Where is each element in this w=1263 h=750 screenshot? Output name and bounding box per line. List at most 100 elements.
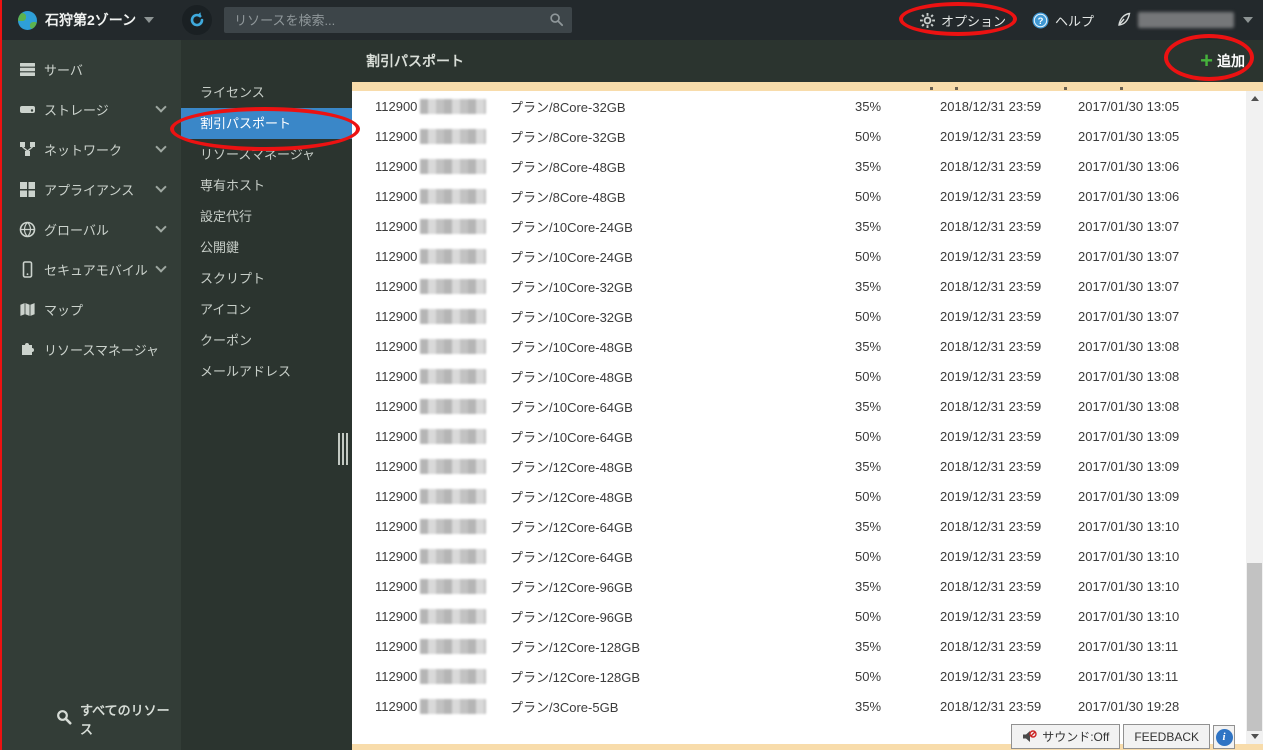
primary-sidebar: サーバ ストレージ ネットワーク アプライアンス グローバル セキュアモバイル … xyxy=(0,40,181,750)
redacted-id xyxy=(420,548,487,564)
table-row[interactable]: 112900 プラン/12Core-64GB 50% 2019/12/31 23… xyxy=(352,541,1246,571)
table-row[interactable]: 112900 プラン/12Core-96GB 35% 2018/12/31 23… xyxy=(352,571,1246,601)
sidebar-resize-handle[interactable] xyxy=(338,433,350,465)
table-row[interactable]: 112900 プラン/8Core-48GB 50% 2019/12/31 23:… xyxy=(352,181,1246,211)
scroll-up-arrow[interactable] xyxy=(1246,91,1263,106)
table-row[interactable]: 112900 プラン/10Core-24GB 35% 2018/12/31 23… xyxy=(352,211,1246,241)
sidebar-item[interactable]: リソースマネージャ xyxy=(0,329,181,369)
table-row[interactable]: 112900 プラン/10Core-32GB 50% 2019/12/31 23… xyxy=(352,301,1246,331)
table-row[interactable]: 112900 プラン/12Core-128GB 35% 2018/12/31 2… xyxy=(352,631,1246,661)
subsidebar-item[interactable]: 公開鍵 xyxy=(181,232,352,263)
subsidebar-item[interactable]: 設定代行 xyxy=(181,201,352,232)
cell-created: 2017/01/30 13:10 xyxy=(1078,608,1180,624)
subsidebar-item[interactable]: クーポン xyxy=(181,325,352,356)
add-button[interactable]: + 追加 xyxy=(1200,40,1245,82)
table-row[interactable]: 112900 プラン/10Core-48GB 50% 2019/12/31 23… xyxy=(352,361,1246,391)
cell-discount: 50% xyxy=(855,428,882,444)
table-row[interactable]: 112900 プラン/8Core-32GB 50% 2019/12/31 23:… xyxy=(352,121,1246,151)
redacted-id xyxy=(420,458,487,474)
sidebar-item[interactable]: マップ xyxy=(0,289,181,329)
sidebar-item[interactable]: セキュアモバイル xyxy=(0,249,181,289)
cell-plan: プラン/12Core-96GB xyxy=(510,609,633,625)
table-row[interactable]: 112900 プラン/12Core-128GB 50% 2019/12/31 2… xyxy=(352,661,1246,691)
cell-expires: 2019/12/31 23:59 xyxy=(940,248,1042,264)
svg-text:?: ? xyxy=(1038,16,1044,27)
redacted-id xyxy=(420,368,487,384)
sidebar-item[interactable]: サーバ xyxy=(0,49,181,89)
subsidebar-item[interactable]: 割引パスポート xyxy=(181,108,352,139)
table-row[interactable]: 112900 プラン/12Core-64GB 35% 2018/12/31 23… xyxy=(352,511,1246,541)
subsidebar-item[interactable]: ライセンス xyxy=(181,77,352,108)
cell-discount: 35% xyxy=(855,98,882,114)
redacted-id xyxy=(420,338,487,354)
zone-selector[interactable]: 石狩第2ゾーン xyxy=(45,10,136,30)
table-row[interactable]: 112900 プラン/12Core-96GB 50% 2019/12/31 23… xyxy=(352,601,1246,631)
account-name-redacted xyxy=(1138,12,1234,28)
cell-id: 112900 xyxy=(375,488,510,504)
cell-id: 112900 xyxy=(375,698,510,714)
table-row[interactable]: 112900 プラン/10Core-64GB 35% 2018/12/31 23… xyxy=(352,391,1246,421)
cell-discount: 35% xyxy=(855,578,882,594)
cell-created: 2017/01/30 13:06 xyxy=(1078,188,1180,204)
search-icon[interactable] xyxy=(549,12,564,32)
info-button[interactable]: i xyxy=(1213,725,1235,749)
sound-toggle-button[interactable]: サウンド:Off xyxy=(1011,724,1121,749)
scrollbar-thumb[interactable] xyxy=(1247,563,1262,731)
cell-created: 2017/01/30 13:07 xyxy=(1078,278,1180,294)
cell-created: 2017/01/30 13:05 xyxy=(1078,98,1180,114)
cell-plan: プラン/8Core-48GB xyxy=(510,189,626,205)
feedback-button[interactable]: FEEDBACK xyxy=(1123,724,1210,749)
cell-plan: プラン/10Core-48GB xyxy=(510,339,633,355)
vertical-scrollbar[interactable] xyxy=(1246,91,1263,744)
sidebar-item-icon xyxy=(18,60,36,78)
table-row[interactable]: 112900 プラン/10Core-48GB 35% 2018/12/31 23… xyxy=(352,331,1246,361)
subsidebar-item[interactable]: リソースマネージャ xyxy=(181,139,352,170)
cell-expires: 2018/12/31 23:59 xyxy=(940,518,1042,534)
table-row[interactable]: 112900 プラン/10Core-64GB 50% 2019/12/31 23… xyxy=(352,421,1246,451)
cell-expires: 2018/12/31 23:59 xyxy=(940,338,1042,354)
table-row[interactable]: 112900 プラン/8Core-32GB 35% 2018/12/31 23:… xyxy=(352,91,1246,121)
cell-expires: 2019/12/31 23:59 xyxy=(940,548,1042,564)
cell-created: 2017/01/30 13:07 xyxy=(1078,218,1180,234)
table-row[interactable]: 112900 プラン/3Core-5GB 35% 2018/12/31 23:5… xyxy=(352,691,1246,721)
sidebar-item[interactable]: ストレージ xyxy=(0,89,181,129)
table-row[interactable]: 112900 プラン/12Core-48GB 35% 2018/12/31 23… xyxy=(352,451,1246,481)
scroll-down-arrow[interactable] xyxy=(1246,729,1263,744)
subsidebar-item[interactable]: メールアドレス xyxy=(181,356,352,387)
sidebar-item[interactable]: グローバル xyxy=(0,209,181,249)
table-row[interactable]: 112900 プラン/10Core-32GB 35% 2018/12/31 23… xyxy=(352,271,1246,301)
sidebar-item[interactable]: アプライアンス xyxy=(0,169,181,209)
subsidebar-item[interactable]: 専有ホスト xyxy=(181,170,352,201)
sound-label: サウンド:Off xyxy=(1042,730,1110,744)
account-caret-icon[interactable] xyxy=(1243,17,1253,23)
cell-discount: 50% xyxy=(855,608,882,624)
table-row[interactable]: 112900 プラン/12Core-48GB 50% 2019/12/31 23… xyxy=(352,481,1246,511)
all-resources-button[interactable]: すべてのリソース xyxy=(0,700,181,738)
options-button[interactable]: オプション xyxy=(919,11,1006,30)
cell-plan: プラン/10Core-24GB xyxy=(510,249,633,265)
account-menu[interactable] xyxy=(1116,12,1234,28)
speaker-muted-icon xyxy=(1022,730,1037,743)
cell-expires: 2019/12/31 23:59 xyxy=(940,128,1042,144)
refresh-icon xyxy=(190,12,204,27)
zone-caret-icon[interactable] xyxy=(144,17,155,23)
cell-created: 2017/01/30 13:10 xyxy=(1078,518,1180,534)
subsidebar-item[interactable]: スクリプト xyxy=(181,263,352,294)
table-row[interactable]: 112900 プラン/8Core-48GB 35% 2018/12/31 23:… xyxy=(352,151,1246,181)
cell-discount: 35% xyxy=(855,338,882,354)
table-header-strip xyxy=(352,82,1263,91)
page-title: 割引パスポート xyxy=(366,53,464,69)
sidebar-item[interactable]: ネットワーク xyxy=(0,129,181,169)
subsidebar-item[interactable]: アイコン xyxy=(181,294,352,325)
help-icon: ? xyxy=(1032,12,1049,28)
cell-expires: 2018/12/31 23:59 xyxy=(940,218,1042,234)
search-input[interactable] xyxy=(224,12,540,28)
plus-icon: + xyxy=(1200,48,1213,73)
sidebar-item-label: サーバ xyxy=(44,62,83,78)
refresh-button[interactable] xyxy=(182,5,213,35)
help-button[interactable]: ? ヘルプ xyxy=(1032,11,1094,30)
cell-plan: プラン/12Core-128GB xyxy=(510,669,641,685)
cell-expires: 2018/12/31 23:59 xyxy=(940,698,1042,714)
table-row[interactable]: 112900 プラン/10Core-24GB 50% 2019/12/31 23… xyxy=(352,241,1246,271)
sidebar-item-label: リソースマネージャ xyxy=(44,342,160,358)
